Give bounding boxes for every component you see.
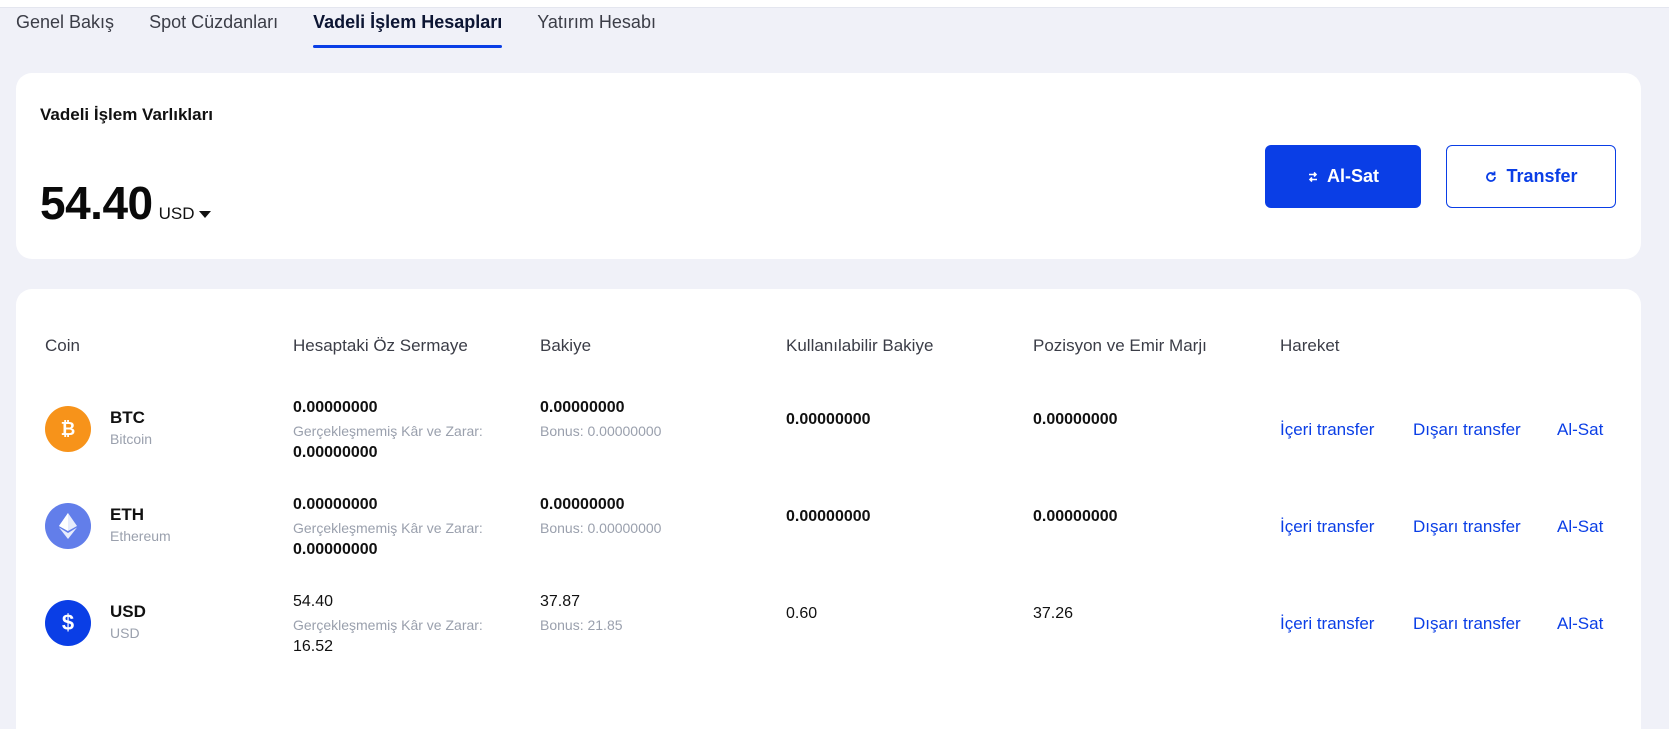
bonus-value: Bonus: 0.00000000 xyxy=(540,423,662,439)
account-tabs: Genel Bakış Spot Cüzdanları Vadeli İşlem… xyxy=(16,12,691,48)
card-title: Vadeli İşlem Varlıkları xyxy=(40,105,213,124)
trade-link[interactable]: Al-Sat xyxy=(1557,420,1603,440)
svg-text:₿: ₿ xyxy=(61,419,76,439)
transfer-out-link[interactable]: Dışarı transfer xyxy=(1413,517,1521,537)
table-row: ETH Ethereum 0.00000000 Gerçekleşmemiş K… xyxy=(16,480,1641,570)
margin-value: 0.00000000 xyxy=(1033,411,1118,428)
transfer-icon xyxy=(1486,171,1497,182)
unrealized-pnl-label: Gerçekleşmemiş Kâr ve Zarar: xyxy=(293,423,483,439)
tab-investment-account[interactable]: Yatırım Hesabı xyxy=(537,12,656,48)
buy-sell-label: Al-Sat xyxy=(1326,166,1379,186)
futures-assets-card: Vadeli İşlem Varlıkları 54.40 USD Al-Sat… xyxy=(16,73,1641,259)
buy-sell-button[interactable]: Al-Sat xyxy=(1265,145,1421,208)
transfer-label: Transfer xyxy=(1506,166,1578,186)
unrealized-pnl-value: 0.00000000 xyxy=(293,541,378,558)
tab-spot-wallets[interactable]: Spot Cüzdanları xyxy=(149,12,278,48)
coin-name: USD xyxy=(110,625,140,641)
currency-label: USD xyxy=(158,204,195,223)
header-balance: Bakiye xyxy=(540,336,592,355)
margin-value: 37.26 xyxy=(1033,605,1074,622)
dollar-icon: $ xyxy=(45,600,91,646)
balance-value: 0.00000000 xyxy=(540,496,625,513)
header-equity: Hesaptaki Öz Sermaye xyxy=(293,336,468,355)
margin-value: 0.00000000 xyxy=(1033,508,1118,525)
unrealized-pnl-label: Gerçekleşmemiş Kâr ve Zarar: xyxy=(293,617,483,633)
tab-overview[interactable]: Genel Bakış xyxy=(16,12,114,48)
unrealized-pnl-label: Gerçekleşmemiş Kâr ve Zarar: xyxy=(293,520,483,536)
header-margin: Pozisyon ve Emir Marjı xyxy=(1033,336,1207,355)
coin-symbol: BTC xyxy=(110,408,145,427)
total-balance: 54.40 USD xyxy=(40,176,211,230)
ethereum-icon xyxy=(45,503,91,549)
tab-futures-accounts[interactable]: Vadeli İşlem Hesapları xyxy=(313,12,503,48)
coin-symbol: ETH xyxy=(110,505,144,524)
top-header-strip xyxy=(0,0,1669,8)
currency-selector[interactable]: USD xyxy=(159,204,211,224)
balance-value: 0.00000000 xyxy=(540,399,625,416)
trade-link[interactable]: Al-Sat xyxy=(1557,614,1603,634)
transfer-button[interactable]: Transfer xyxy=(1446,145,1616,208)
bonus-value: Bonus: 0.00000000 xyxy=(540,520,662,536)
table-row: ₿ BTC Bitcoin 0.00000000 Gerçekleşmemiş … xyxy=(16,383,1641,473)
header-coin: Coin xyxy=(45,336,80,355)
swap-icon xyxy=(1308,171,1318,182)
caret-down-icon xyxy=(198,210,211,218)
transfer-in-link[interactable]: İçeri transfer xyxy=(1280,420,1374,440)
svg-text:$: $ xyxy=(62,611,74,635)
available-balance-value: 0.00000000 xyxy=(786,508,871,525)
header-available: Kullanılabilir Bakiye xyxy=(786,336,934,355)
equity-value: 0.00000000 xyxy=(293,399,378,416)
transfer-in-link[interactable]: İçeri transfer xyxy=(1280,614,1374,634)
transfer-out-link[interactable]: Dışarı transfer xyxy=(1413,420,1521,440)
transfer-out-link[interactable]: Dışarı transfer xyxy=(1413,614,1521,634)
available-balance-value: 0.60 xyxy=(786,605,818,622)
total-amount: 54.40 xyxy=(40,177,153,229)
unrealized-pnl-value: 0.00000000 xyxy=(293,444,378,461)
futures-assets-table: Coin Hesaptaki Öz Sermaye Bakiye Kullanı… xyxy=(16,289,1641,729)
balance-value: 37.87 xyxy=(540,593,581,610)
table-row: $ USD USD 54.40 Gerçekleşmemiş Kâr ve Za… xyxy=(16,577,1641,667)
equity-value: 54.40 xyxy=(293,593,334,610)
bonus-value: Bonus: 21.85 xyxy=(540,617,623,633)
bitcoin-icon: ₿ xyxy=(45,406,91,452)
transfer-in-link[interactable]: İçeri transfer xyxy=(1280,517,1374,537)
trade-link[interactable]: Al-Sat xyxy=(1557,517,1603,537)
unrealized-pnl-value: 16.52 xyxy=(293,638,334,655)
coin-name: Bitcoin xyxy=(110,431,153,447)
available-balance-value: 0.00000000 xyxy=(786,411,871,428)
coin-symbol: USD xyxy=(110,602,146,621)
coin-name: Ethereum xyxy=(110,528,171,544)
header-action: Hareket xyxy=(1280,336,1340,355)
equity-value: 0.00000000 xyxy=(293,496,378,513)
